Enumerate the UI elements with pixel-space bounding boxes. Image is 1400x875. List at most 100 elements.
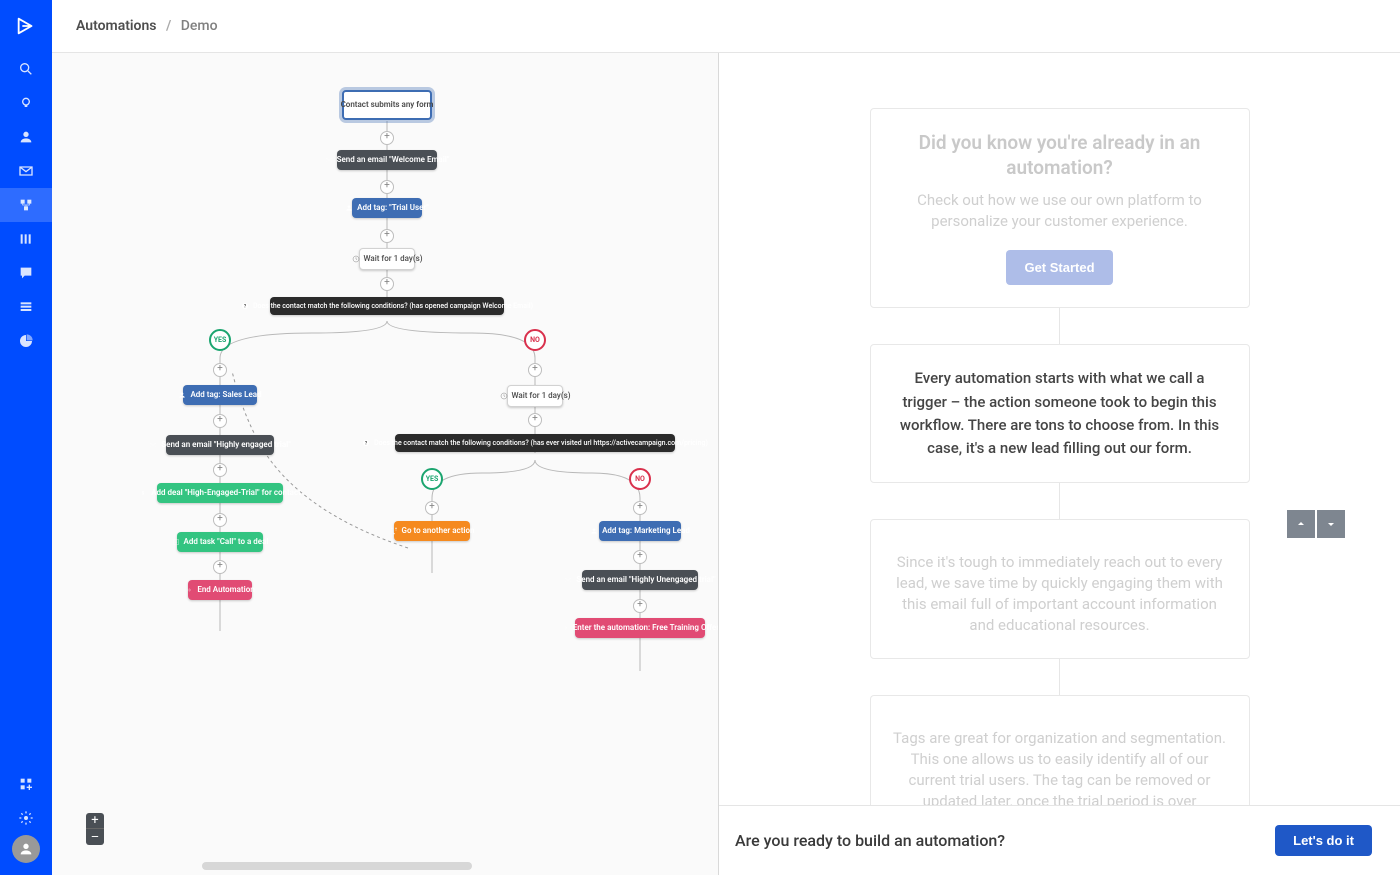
card-connector bbox=[1059, 308, 1060, 344]
envelope-icon bbox=[149, 441, 157, 449]
settings-icon[interactable] bbox=[0, 801, 52, 835]
add-step-plus[interactable] bbox=[633, 501, 647, 515]
trigger-node[interactable]: Contact submits any form bbox=[342, 90, 432, 120]
add-tag-sales-node[interactable]: Add tag: Sales Lead bbox=[183, 385, 257, 405]
yes-branch-2[interactable]: YES bbox=[421, 468, 443, 490]
add-tag-trial-node[interactable]: Add tag: "Trial User" bbox=[352, 198, 422, 218]
enter-auto-label: Enter the automation: Free Training Offe… bbox=[573, 623, 719, 633]
header: Automations / Demo bbox=[52, 0, 1400, 53]
envelope-icon bbox=[325, 156, 333, 164]
email-card-body: Since it's tough to immediately reach ou… bbox=[893, 552, 1227, 636]
lists-icon[interactable] bbox=[0, 290, 52, 324]
condition-label: Does the contact match the following con… bbox=[253, 302, 533, 310]
tour-scroll[interactable]: Did you know you're already in an automa… bbox=[719, 53, 1400, 805]
intro-title: Did you know you're already in an automa… bbox=[893, 131, 1227, 180]
zoom-control: + – bbox=[86, 813, 104, 845]
end-icon bbox=[185, 586, 193, 594]
connectors bbox=[52, 53, 719, 875]
add-task-label: Add task "Call" to a deal bbox=[184, 537, 269, 547]
end-automation-node[interactable]: End Automation bbox=[188, 580, 252, 600]
add-step-plus[interactable] bbox=[380, 229, 394, 243]
task-icon bbox=[172, 538, 180, 546]
contacts-icon[interactable] bbox=[0, 120, 52, 154]
tour-card-trigger: Every automation starts with what we cal… bbox=[870, 344, 1250, 483]
yes-branch[interactable]: YES bbox=[209, 329, 231, 351]
trigger-card-body: Every automation starts with what we cal… bbox=[893, 367, 1227, 460]
add-step-plus[interactable] bbox=[425, 501, 439, 515]
email-unengaged-label: Send an email "Highly Unengaged trial" bbox=[576, 575, 715, 585]
email-engaged-label: Send an email "Highly engaged trial" bbox=[161, 440, 290, 450]
person-icon bbox=[345, 204, 353, 212]
add-step-plus[interactable] bbox=[380, 277, 394, 291]
deals-icon[interactable] bbox=[0, 222, 52, 256]
add-deal-label: Add deal "High-Engaged-Trial" for contac… bbox=[151, 488, 301, 498]
send-email-node[interactable]: Send an email "Welcome Email" bbox=[337, 150, 437, 170]
conversations-icon[interactable] bbox=[0, 256, 52, 290]
tour-panel: Did you know you're already in an automa… bbox=[719, 53, 1400, 875]
add-step-plus[interactable] bbox=[380, 131, 394, 145]
no-branch[interactable]: NO bbox=[524, 329, 546, 351]
breadcrumb-root[interactable]: Automations bbox=[76, 18, 157, 34]
wait-node-2[interactable]: Wait for 1 day(s) bbox=[507, 385, 563, 407]
add-step-plus[interactable] bbox=[528, 363, 542, 377]
avatar[interactable] bbox=[12, 835, 40, 863]
lightbulb-icon[interactable] bbox=[0, 86, 52, 120]
add-step-plus[interactable] bbox=[213, 363, 227, 377]
tour-card-email: Since it's tough to immediately reach ou… bbox=[870, 519, 1250, 659]
wait-node[interactable]: Wait for 1 day(s) bbox=[359, 248, 415, 270]
zoom-out-button[interactable]: – bbox=[86, 829, 104, 845]
tour-footer: Are you ready to build an automation? Le… bbox=[719, 805, 1400, 875]
campaigns-icon[interactable] bbox=[0, 154, 52, 188]
tag-trial-label: Add tag: "Trial User" bbox=[357, 203, 429, 213]
add-step-plus[interactable] bbox=[213, 513, 227, 527]
tour-next-button[interactable] bbox=[1317, 510, 1345, 538]
end-label: End Automation bbox=[197, 585, 254, 595]
add-task-node[interactable]: Add task "Call" to a deal bbox=[177, 532, 263, 552]
lets-do-it-button[interactable]: Let's do it bbox=[1275, 825, 1372, 856]
email-engaged-node[interactable]: Send an email "Highly engaged trial" bbox=[166, 435, 274, 455]
no-branch-2[interactable]: NO bbox=[629, 468, 651, 490]
email-unengaged-node[interactable]: Send an email "Highly Unengaged trial" bbox=[582, 570, 698, 590]
tour-nav bbox=[1287, 510, 1345, 538]
breadcrumb-current: Demo bbox=[181, 18, 218, 34]
cond2-label: Does the contact match the following con… bbox=[374, 439, 708, 447]
goto-node[interactable]: Go to another action bbox=[394, 521, 470, 541]
person-icon bbox=[178, 391, 186, 399]
enter-automation-node[interactable]: Enter the automation: Free Training Offe… bbox=[575, 618, 705, 638]
reports-icon[interactable] bbox=[0, 324, 52, 358]
apps-icon[interactable] bbox=[0, 767, 52, 801]
search-icon[interactable] bbox=[0, 52, 52, 86]
wait2-label: Wait for 1 day(s) bbox=[512, 391, 571, 401]
add-step-plus[interactable] bbox=[213, 414, 227, 428]
question-icon: ? bbox=[362, 439, 370, 447]
enter-icon bbox=[561, 624, 569, 632]
add-step-plus[interactable] bbox=[633, 599, 647, 613]
logo[interactable] bbox=[0, 0, 52, 52]
wait-label: Wait for 1 day(s) bbox=[364, 254, 423, 264]
add-step-plus[interactable] bbox=[213, 463, 227, 477]
add-step-plus[interactable] bbox=[380, 180, 394, 194]
tag-marketing-node[interactable]: Add tag: Marketing Lead bbox=[599, 521, 681, 541]
dollar-icon: $ bbox=[139, 489, 147, 497]
no-label: NO bbox=[530, 336, 540, 344]
tour-card-intro: Did you know you're already in an automa… bbox=[870, 108, 1250, 308]
sidebar bbox=[0, 0, 52, 875]
svg-text:$: $ bbox=[142, 489, 145, 496]
automations-icon[interactable] bbox=[0, 188, 52, 222]
tag-marketing-label: Add tag: Marketing Lead bbox=[602, 526, 690, 536]
zoom-in-button[interactable]: + bbox=[86, 813, 104, 829]
condition-node-2[interactable]: ?Does the contact match the following co… bbox=[395, 434, 675, 452]
clock-icon bbox=[500, 392, 508, 400]
add-step-plus[interactable] bbox=[633, 550, 647, 564]
get-started-button[interactable]: Get Started bbox=[1006, 250, 1112, 285]
breadcrumb-separator: / bbox=[166, 18, 171, 34]
tour-prev-button[interactable] bbox=[1287, 510, 1315, 538]
add-deal-node[interactable]: $Add deal "High-Engaged-Trial" for conta… bbox=[157, 483, 283, 503]
yes-label: YES bbox=[214, 336, 227, 344]
horizontal-scrollbar[interactable] bbox=[202, 862, 472, 870]
add-step-plus[interactable] bbox=[528, 413, 542, 427]
condition-node[interactable]: ?Does the contact match the following co… bbox=[270, 297, 504, 315]
add-step-plus[interactable] bbox=[213, 560, 227, 574]
card-connector bbox=[1059, 483, 1060, 519]
automation-canvas[interactable]: Contact submits any form Send an email "… bbox=[52, 53, 719, 875]
